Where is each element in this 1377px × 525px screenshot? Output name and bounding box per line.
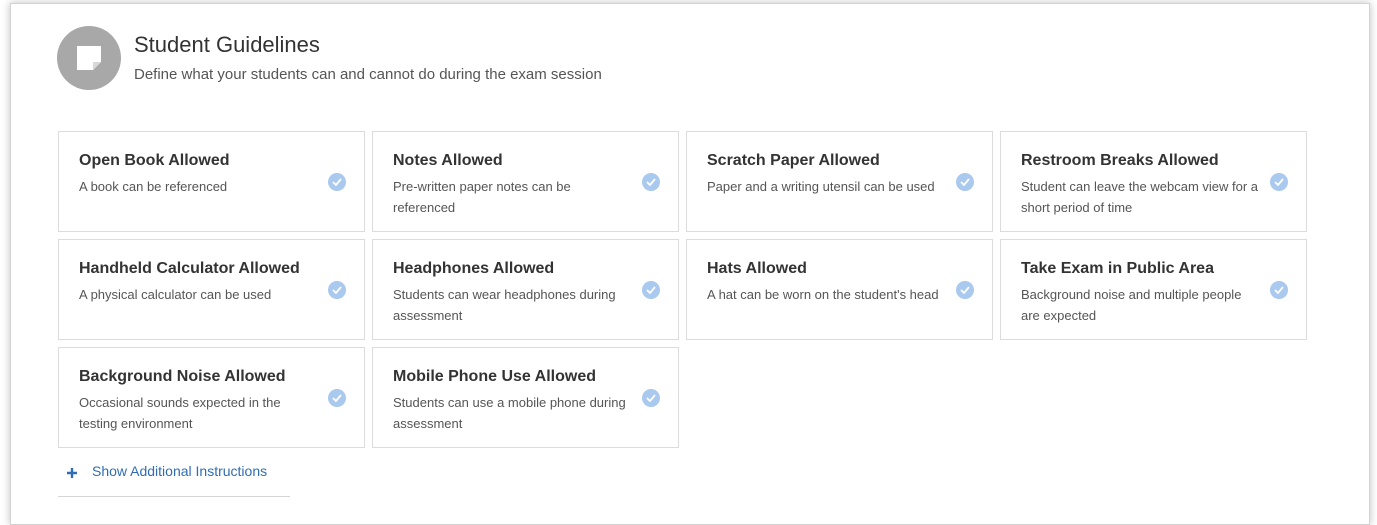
guideline-title: Mobile Phone Use Allowed	[393, 368, 596, 385]
guideline-card-handheld-calculator[interactable]: Handheld Calculator Allowed A physical c…	[58, 239, 365, 340]
check-circle-icon	[956, 173, 974, 191]
guideline-card-headphones[interactable]: Headphones Allowed Students can wear hea…	[372, 239, 679, 340]
sticky-note-icon	[57, 26, 121, 90]
guidelines-grid: Open Book Allowed A book can be referenc…	[58, 131, 1308, 448]
guideline-description: Students can wear headphones during asse…	[393, 287, 616, 323]
guideline-description: A book can be referenced	[79, 179, 228, 194]
guideline-description: Background noise and multiple people are…	[1021, 287, 1242, 323]
guideline-description: A physical calculator can be used	[79, 287, 272, 302]
guideline-description: A hat can be worn on the student's head	[707, 287, 939, 302]
page-subtitle: Define what your students can and cannot…	[134, 66, 602, 83]
plus-icon	[65, 466, 79, 480]
guideline-title: Background Noise Allowed	[79, 368, 286, 385]
check-circle-icon	[642, 389, 660, 407]
check-circle-icon	[328, 281, 346, 299]
guideline-description: Occasional sounds expected in the testin…	[79, 395, 281, 431]
show-additional-instructions-label: Show Additional Instructions	[92, 463, 268, 479]
check-circle-icon	[1270, 173, 1288, 191]
guideline-description: Paper and a writing utensil can be used	[707, 179, 935, 194]
check-circle-icon	[1270, 281, 1288, 299]
check-circle-icon	[956, 281, 974, 299]
guideline-title: Take Exam in Public Area	[1021, 260, 1214, 277]
check-circle-icon	[328, 173, 346, 191]
guideline-description: Students can use a mobile phone during a…	[393, 395, 626, 431]
check-circle-icon	[642, 281, 660, 299]
guideline-card-open-book[interactable]: Open Book Allowed A book can be referenc…	[58, 131, 365, 232]
guideline-title: Scratch Paper Allowed	[707, 152, 880, 169]
guideline-title: Notes Allowed	[393, 152, 503, 169]
guideline-card-mobile-phone[interactable]: Mobile Phone Use Allowed Students can us…	[372, 347, 679, 448]
guideline-description: Pre-written paper notes can be reference…	[393, 179, 571, 215]
guideline-card-public-area[interactable]: Take Exam in Public Area Background nois…	[1000, 239, 1307, 340]
guideline-title: Hats Allowed	[707, 260, 807, 277]
guideline-card-restroom-breaks[interactable]: Restroom Breaks Allowed Student can leav…	[1000, 131, 1307, 232]
guideline-title: Headphones Allowed	[393, 260, 555, 277]
guideline-description: Student can leave the webcam view for a …	[1021, 179, 1259, 215]
guideline-card-notes[interactable]: Notes Allowed Pre-written paper notes ca…	[372, 131, 679, 232]
guideline-title: Handheld Calculator Allowed	[79, 260, 300, 277]
guideline-title: Open Book Allowed	[79, 152, 230, 169]
show-additional-instructions-link[interactable]: Show Additional Instructions	[58, 462, 290, 497]
guideline-card-hats[interactable]: Hats Allowed A hat can be worn on the st…	[686, 239, 993, 340]
guideline-card-background-noise[interactable]: Background Noise Allowed Occasional soun…	[58, 347, 365, 448]
guideline-title: Restroom Breaks Allowed	[1021, 152, 1219, 169]
student-guidelines-panel: Student Guidelines Define what your stud…	[10, 3, 1370, 525]
page-title: Student Guidelines	[134, 32, 320, 57]
check-circle-icon	[642, 173, 660, 191]
guideline-card-scratch-paper[interactable]: Scratch Paper Allowed Paper and a writin…	[686, 131, 993, 232]
check-circle-icon	[328, 389, 346, 407]
